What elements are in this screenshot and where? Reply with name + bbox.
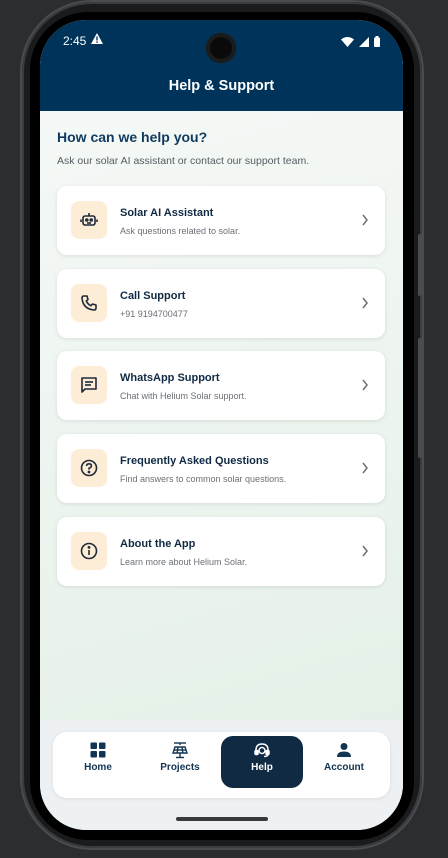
- grid-icon: [57, 742, 139, 760]
- bottom-nav: Home Projects Help Account: [53, 732, 390, 798]
- nav-help[interactable]: Help: [221, 736, 303, 788]
- card-title: WhatsApp Support: [120, 372, 220, 384]
- question-icon: [71, 449, 107, 487]
- call-support-card[interactable]: Call Support +91 9194700477: [57, 269, 385, 338]
- card-title: Call Support: [120, 290, 186, 302]
- nav-label: Account: [324, 762, 364, 773]
- card-title: Frequently Asked Questions: [120, 455, 269, 467]
- page-title: Help & Support: [168, 78, 275, 94]
- intro-subtitle: Ask our solar AI assistant or contact ou…: [57, 155, 310, 167]
- card-subtitle: Learn more about Helium Solar.: [120, 557, 248, 567]
- status-icons: [341, 34, 380, 52]
- about-app-card[interactable]: About the App Learn more about Helium So…: [57, 517, 385, 586]
- card-subtitle: Find answers to common solar questions.: [120, 474, 287, 484]
- faq-card[interactable]: Frequently Asked Questions Find answers …: [57, 434, 385, 503]
- card-subtitle: Ask questions related to solar.: [120, 226, 241, 236]
- solar-panel-icon: [139, 742, 221, 760]
- card-title: About the App: [120, 538, 196, 550]
- person-icon: [303, 742, 385, 760]
- robot-icon: [71, 201, 107, 239]
- home-indicator[interactable]: [176, 817, 268, 821]
- card-subtitle: Chat with Helium Solar support.: [120, 391, 247, 401]
- chevron-right-icon: [361, 378, 369, 396]
- warning-icon: [91, 33, 103, 47]
- chevron-right-icon: [361, 296, 369, 314]
- card-title: Solar AI Assistant: [120, 207, 214, 219]
- signal-icon: [359, 34, 369, 52]
- status-time: 2:45: [63, 34, 87, 48]
- whatsapp-support-card[interactable]: WhatsApp Support Chat with Helium Solar …: [57, 351, 385, 420]
- nav-home[interactable]: Home: [57, 736, 139, 788]
- power-button: [418, 234, 422, 296]
- info-icon: [71, 532, 107, 570]
- chat-icon: [71, 366, 107, 404]
- app-screen: 2:45 Help & Support How can we help you?…: [40, 20, 403, 830]
- intro-heading: How can we help you?: [57, 129, 208, 145]
- nav-label: Projects: [160, 762, 200, 773]
- nav-account[interactable]: Account: [303, 736, 385, 788]
- nav-projects[interactable]: Projects: [139, 736, 221, 788]
- nav-label: Help: [251, 762, 273, 773]
- front-camera: [206, 33, 236, 63]
- chevron-right-icon: [361, 213, 369, 231]
- support-agent-icon: [221, 742, 303, 760]
- chevron-right-icon: [361, 461, 369, 479]
- battery-icon: [374, 34, 380, 52]
- card-subtitle: +91 9194700477: [120, 309, 188, 319]
- wifi-icon: [341, 34, 354, 52]
- ai-assistant-card[interactable]: Solar AI Assistant Ask questions related…: [57, 186, 385, 255]
- volume-button: [418, 338, 422, 458]
- chevron-right-icon: [361, 544, 369, 562]
- app-header: 2:45 Help & Support: [40, 20, 403, 111]
- phone-icon: [71, 284, 107, 322]
- nav-label: Home: [84, 762, 112, 773]
